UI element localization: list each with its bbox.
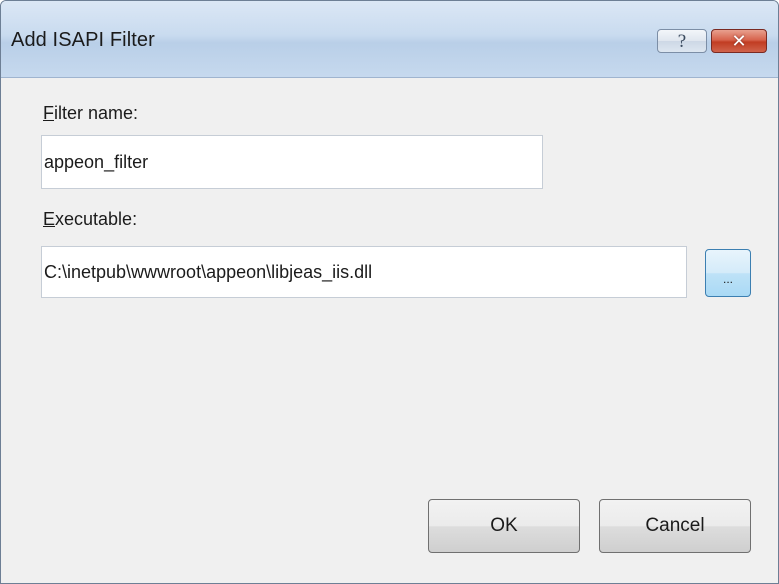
cancel-button[interactable]: Cancel — [599, 499, 751, 553]
filter-name-value: appeon_filter — [44, 151, 149, 172]
filter-name-label-accelerator: F — [43, 103, 54, 123]
executable-label-accelerator: E — [43, 209, 56, 229]
dialog-title: Add ISAPI Filter — [11, 29, 155, 51]
browse-button[interactable]: ... — [705, 249, 751, 297]
close-icon: ✕ — [731, 31, 747, 51]
title-bar[interactable]: Add ISAPI Filter ? ✕ — [1, 1, 778, 78]
close-button[interactable]: ✕ — [711, 29, 767, 53]
executable-label-text: xecutable: — [55, 209, 138, 229]
executable-path-input[interactable]: C:\inetpub\wwwroot\appeon\libjeas_iis.dl… — [41, 246, 687, 298]
filter-name-label: Filter name: — [43, 103, 138, 124]
add-isapi-filter-dialog: Add ISAPI Filter ? ✕ Filter name: appeon… — [0, 0, 779, 584]
help-icon: ? — [677, 30, 687, 52]
help-button[interactable]: ? — [657, 29, 707, 53]
executable-label: Executable: — [43, 209, 137, 230]
filter-name-input[interactable]: appeon_filter — [41, 135, 543, 189]
ok-button[interactable]: OK — [428, 499, 580, 553]
executable-path-value: C:\inetpub\wwwroot\appeon\libjeas_iis.dl… — [44, 261, 373, 282]
filter-name-label-text: ilter name: — [54, 103, 139, 123]
